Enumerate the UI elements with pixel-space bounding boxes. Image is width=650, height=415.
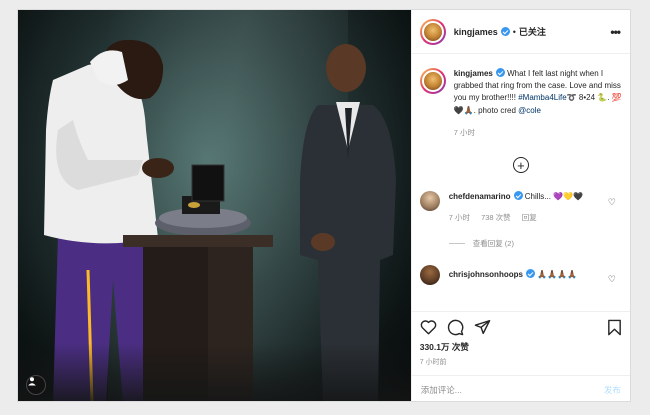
comment-item: chefdenamarino Chills... 💜💛🖤 7 小时 738 次赞… bbox=[419, 191, 622, 224]
share-icon[interactable] bbox=[474, 319, 491, 335]
heart-icon[interactable] bbox=[420, 319, 437, 335]
author-avatar[interactable] bbox=[419, 18, 446, 45]
caption: kingjames What I felt last night when I … bbox=[419, 68, 622, 139]
comment-reply-button[interactable]: 回复 bbox=[522, 213, 537, 222]
post-header: kingjames • 已关注 ••• bbox=[411, 10, 630, 54]
comment-likes[interactable]: 738 次赞 bbox=[481, 213, 511, 222]
caption-text-block: kingjames What I felt last night when I … bbox=[454, 68, 622, 139]
view-replies-label: 查看回复 (2) bbox=[472, 239, 514, 249]
comment-input[interactable] bbox=[420, 384, 604, 395]
photo-floor-shadow bbox=[18, 343, 411, 401]
add-comment-bar: 发布 bbox=[411, 375, 630, 401]
comment-text: Chills... 💜💛🖤 bbox=[524, 192, 584, 202]
post-card: kingjames • 已关注 ••• kingjames What I fel… bbox=[17, 9, 631, 402]
author-username[interactable]: kingjames bbox=[454, 27, 498, 37]
view-replies-button[interactable]: 查看回复 (2) bbox=[448, 238, 622, 249]
bookmark-icon[interactable] bbox=[607, 319, 622, 336]
likes-count[interactable]: 330.1万 次赞 bbox=[420, 341, 622, 353]
caption-mention[interactable]: @cole bbox=[518, 106, 541, 115]
caption-photo-credit: photo cred bbox=[478, 105, 516, 115]
comment-username[interactable]: chrisjohnsonhoops bbox=[449, 270, 523, 279]
comment-time[interactable]: 7 小时 bbox=[449, 213, 470, 222]
verified-badge-icon bbox=[495, 68, 505, 77]
comment-body: chefdenamarino Chills... 💜💛🖤 7 小时 738 次赞… bbox=[449, 191, 609, 224]
comment-like-heart-icon[interactable]: ♡ bbox=[608, 274, 616, 285]
commenter-avatar[interactable] bbox=[419, 191, 440, 212]
commenter-avatar[interactable] bbox=[419, 265, 440, 286]
post-actions: 330.1万 次赞 7 小时前 bbox=[411, 311, 630, 375]
verified-badge-icon bbox=[525, 269, 535, 279]
follow-status-button[interactable]: 已关注 bbox=[519, 25, 546, 38]
ring-case bbox=[155, 164, 251, 236]
comments-list[interactable]: kingjames What I felt last night when I … bbox=[412, 54, 630, 311]
comment-username[interactable]: chefdenamarino bbox=[449, 192, 511, 201]
user-tag-icon[interactable] bbox=[26, 375, 46, 395]
comment-text: 🙏🏾🙏🏾🙏🏾🙏🏾 bbox=[537, 270, 578, 280]
comment-body: chrisjohnsonhoops 🙏🏾🙏🏾🙏🏾🙏🏾 bbox=[449, 265, 609, 285]
post-comment-button[interactable]: 发布 bbox=[604, 384, 621, 396]
post-timestamp[interactable]: 7 小时前 bbox=[420, 357, 622, 367]
header-separator: • bbox=[512, 26, 516, 37]
comment-item: chrisjohnsonhoops 🙏🏾🙏🏾🙏🏾🙏🏾 ♡ bbox=[419, 265, 622, 286]
post-side-panel: kingjames • 已关注 ••• kingjames What I fel… bbox=[410, 10, 630, 401]
caption-hashtag[interactable]: #Mamba4Life bbox=[518, 93, 566, 102]
caption-username[interactable]: kingjames bbox=[454, 69, 493, 78]
post-photo[interactable] bbox=[18, 10, 411, 401]
view-replies-line bbox=[448, 243, 465, 245]
comment-like-heart-icon[interactable]: ♡ bbox=[608, 197, 616, 208]
more-icon[interactable]: ••• bbox=[610, 25, 621, 39]
comment-icon[interactable] bbox=[447, 319, 464, 336]
action-icons bbox=[420, 314, 622, 340]
load-more-comments-plus-circle-icon[interactable]: + bbox=[512, 157, 529, 174]
comment-meta: 7 小时 738 次赞 回复 bbox=[449, 212, 609, 224]
verified-badge-icon bbox=[500, 27, 510, 36]
verified-badge-icon bbox=[513, 191, 523, 201]
caption-avatar[interactable] bbox=[419, 68, 446, 94]
caption-time[interactable]: 7 小时 bbox=[454, 127, 622, 139]
